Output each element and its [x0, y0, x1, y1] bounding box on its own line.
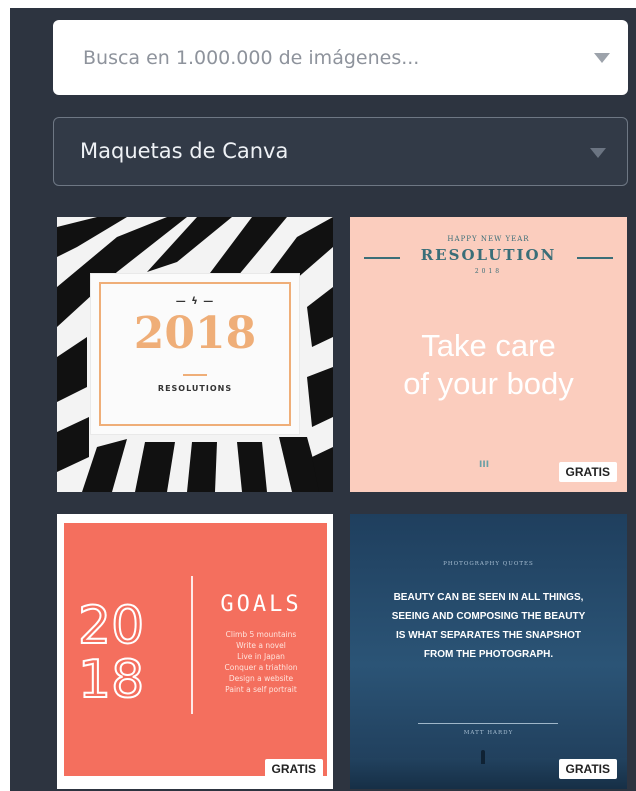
- goals-item: Design a website: [228, 674, 294, 683]
- template-body: Take care of your body: [350, 327, 627, 403]
- source-select-value: Maquetas de Canva: [80, 139, 289, 163]
- template-2018-goals[interactable]: 20 18 GOALS Climb 5 mountains Write a no…: [57, 514, 333, 789]
- goals-item: Climb 5 mountains: [225, 630, 297, 639]
- free-badge: GRATIS: [558, 759, 617, 779]
- card-subtitle: RESOLUTIONS: [157, 384, 233, 393]
- chevron-down-icon[interactable]: [594, 53, 610, 63]
- card-divider: [183, 374, 207, 376]
- template-body-line: of your body: [403, 366, 574, 401]
- template-year: 2018: [474, 268, 503, 275]
- free-badge: GRATIS: [558, 462, 617, 482]
- quote-category: PHOTOGRAPHY QUOTES: [443, 561, 534, 567]
- lightning-icon: — ϟ —: [175, 296, 215, 307]
- quote-text: BEAUTY CAN BE SEEN IN ALL THINGS, SEEING…: [391, 592, 586, 660]
- goals-item: Live in Japan: [237, 652, 285, 661]
- quote-rule: [418, 723, 558, 724]
- source-select[interactable]: Maquetas de Canva: [53, 117, 628, 186]
- card-year: 2018: [133, 308, 257, 359]
- free-badge: GRATIS: [264, 759, 323, 779]
- goals-item: Conquer a triathlon: [224, 663, 298, 672]
- title-rule-left: [364, 257, 400, 259]
- resolution-card: — ϟ — 2018 RESOLUTIONS: [91, 274, 299, 434]
- quote-author: MATT HARDY: [463, 730, 514, 736]
- template-2018-resolutions[interactable]: — ϟ — 2018 RESOLUTIONS: [57, 217, 333, 492]
- template-photography-quote[interactable]: PHOTOGRAPHY QUOTES BEAUTY CAN BE SEEN IN…: [350, 514, 627, 789]
- goals-list: Climb 5 mountains Write a novel Live in …: [193, 629, 329, 695]
- goals-title: GOALS: [220, 592, 302, 617]
- search-input[interactable]: [53, 20, 628, 95]
- template-resolution[interactable]: HAPPY NEW YEAR RESOLUTION 2018 Take care…: [350, 217, 627, 492]
- goals-item: Paint a self portrait: [225, 685, 297, 694]
- template-title: RESOLUTION: [420, 246, 557, 264]
- template-signature: III: [479, 460, 490, 470]
- template-body-line: Take care: [421, 328, 556, 363]
- goals-year-top: 20: [77, 596, 145, 656]
- goals-item: Write a novel: [236, 641, 286, 650]
- chevron-down-icon: [590, 148, 606, 158]
- template-kicker: HAPPY NEW YEAR: [447, 235, 530, 243]
- search-box[interactable]: [53, 20, 628, 95]
- person-silhouette: [481, 750, 485, 764]
- goals-year-bottom: 18: [77, 650, 145, 710]
- title-rule-right: [577, 257, 613, 259]
